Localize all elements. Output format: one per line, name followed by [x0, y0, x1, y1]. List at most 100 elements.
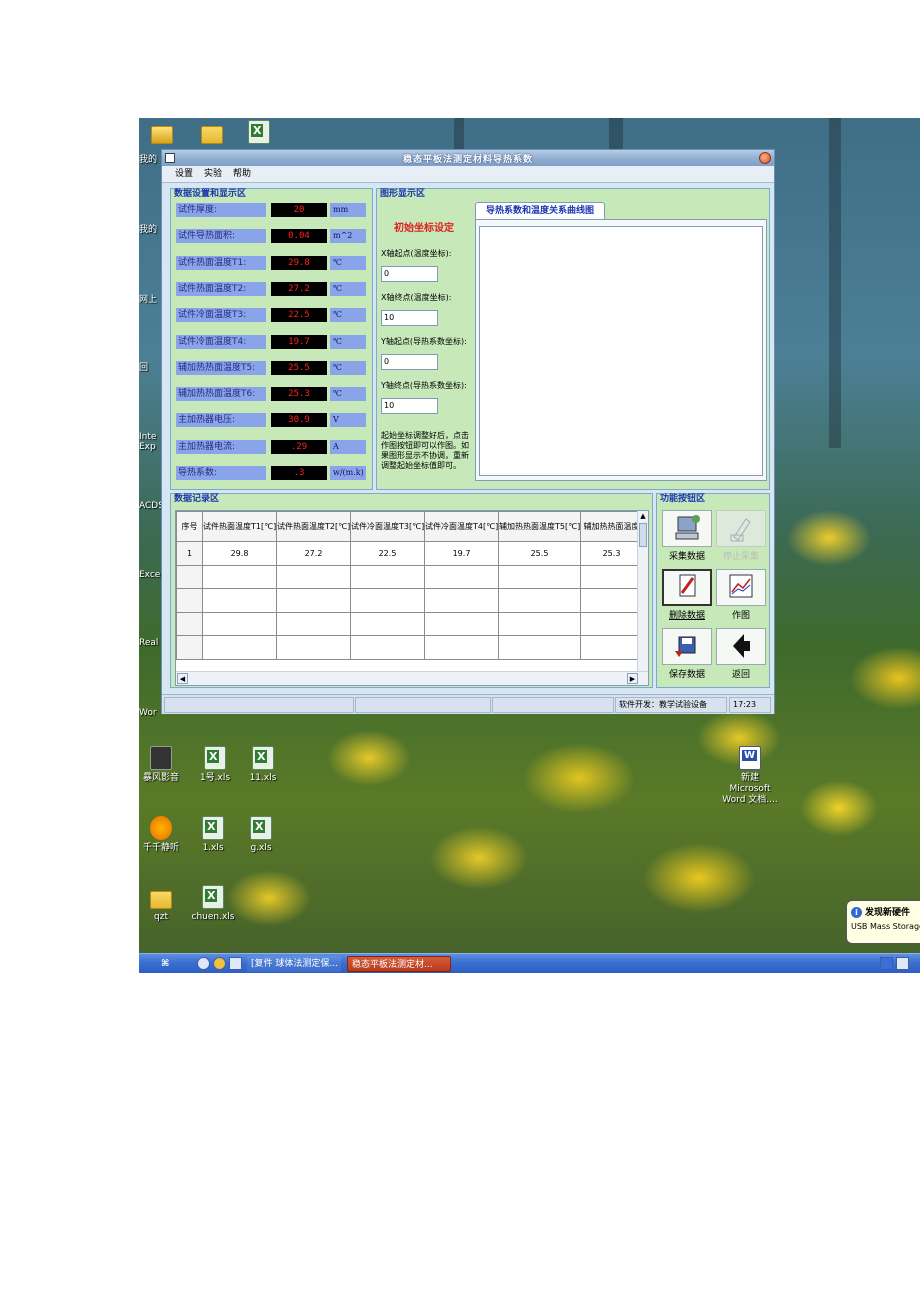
- table-row[interactable]: [176, 588, 643, 613]
- table-cell[interactable]: [424, 611, 499, 636]
- table-cell[interactable]: [580, 588, 643, 613]
- scroll-up-icon[interactable]: ▲: [638, 511, 648, 522]
- desktop-edge-label[interactable]: Real: [139, 638, 161, 648]
- data-row-unit: ℃: [330, 255, 366, 270]
- table-cell[interactable]: 22.5: [350, 541, 425, 566]
- table-cell[interactable]: [424, 564, 499, 589]
- desktop-edge-label[interactable]: Wor: [139, 708, 161, 718]
- start-button[interactable]: ⌘: [157, 956, 173, 972]
- vertical-scrollbar[interactable]: ▲: [637, 511, 648, 671]
- table-cell[interactable]: [498, 564, 581, 589]
- table-cell[interactable]: [350, 588, 425, 613]
- desktop-edge-label[interactable]: 回: [139, 360, 161, 373]
- column-header[interactable]: 试件冷面温度T4[℃]: [424, 511, 499, 542]
- messenger-quicklaunch-icon[interactable]: [213, 957, 226, 970]
- table-cell[interactable]: [276, 564, 351, 589]
- save-data-button[interactable]: 保存数据: [662, 628, 712, 681]
- table-row[interactable]: 1 29.8 27.2 22.5 19.7 25.5 25.3: [176, 541, 643, 566]
- column-header[interactable]: 辅加热热面温度: [580, 511, 643, 542]
- excel-file-icon: [204, 746, 226, 770]
- plot-button[interactable]: 作图: [716, 569, 766, 622]
- delete-data-button[interactable]: 删除数据: [662, 569, 712, 622]
- browser-quicklaunch-icon[interactable]: [197, 957, 210, 970]
- desktop-edge-label[interactable]: 网上: [139, 292, 161, 305]
- desktop-quicklaunch-icon[interactable]: [229, 957, 242, 970]
- desktop-edge-label[interactable]: 我的: [139, 222, 161, 235]
- desktop-icon-xls-file[interactable]: 11.xls: [233, 746, 293, 784]
- table-cell[interactable]: [350, 564, 425, 589]
- table-row[interactable]: [176, 564, 643, 589]
- table-row[interactable]: [176, 611, 643, 636]
- graph-panel-title: 图形显示区: [380, 189, 426, 199]
- table-cell[interactable]: [202, 588, 277, 613]
- column-header[interactable]: 试件冷面温度T3[℃]: [350, 511, 425, 542]
- menu-experiment[interactable]: 实验: [204, 166, 222, 182]
- table-cell[interactable]: [580, 611, 643, 636]
- table-cell[interactable]: 25.5: [498, 541, 581, 566]
- table-cell[interactable]: [176, 635, 203, 660]
- task-button[interactable]: [复件 球体法测定保...: [247, 956, 341, 972]
- menu-help[interactable]: 帮助: [233, 166, 251, 182]
- collect-data-button[interactable]: 采集数据: [662, 510, 712, 563]
- desktop-edge-label[interactable]: 我的: [139, 152, 161, 165]
- column-header[interactable]: 试件热面温度T2[℃]: [276, 511, 351, 542]
- new-hardware-balloon[interactable]: i发现新硬件 USB Mass Storage De: [846, 900, 920, 944]
- tray-network-icon[interactable]: [880, 957, 893, 970]
- table-cell[interactable]: [202, 564, 277, 589]
- table-cell[interactable]: [350, 635, 425, 660]
- table-cell[interactable]: [202, 635, 277, 660]
- table-cell[interactable]: 19.7: [424, 541, 499, 566]
- tray-device-icon[interactable]: [896, 957, 909, 970]
- y-start-input[interactable]: 0: [381, 354, 438, 370]
- background-tree: [829, 118, 841, 448]
- function-button-panel: 功能按钮区 采集数据 停止采集 删除数据 作图 保存数据 返回: [656, 493, 770, 688]
- horizontal-scrollbar[interactable]: ◀ ▶: [176, 671, 648, 685]
- column-header[interactable]: 辅加热热面温度T5[℃]: [498, 511, 581, 542]
- desktop-icon-xls-file[interactable]: chuen.xls: [183, 885, 243, 923]
- table-cell[interactable]: [176, 564, 203, 589]
- table-cell[interactable]: [276, 611, 351, 636]
- table-cell[interactable]: [202, 611, 277, 636]
- column-header[interactable]: 试件热面温度T1[℃]: [202, 511, 277, 542]
- scroll-left-icon[interactable]: ◀: [177, 673, 188, 684]
- table-cell[interactable]: [276, 635, 351, 660]
- table-cell[interactable]: [498, 588, 581, 613]
- scroll-right-icon[interactable]: ▶: [627, 673, 638, 684]
- desktop-icon-media-player[interactable]: 暴风影音: [139, 746, 191, 784]
- desktop-icon-word-doc[interactable]: 新建 Microsoft Word 文档....: [720, 746, 780, 806]
- menu-settings[interactable]: 设置: [175, 166, 193, 182]
- column-header[interactable]: 序号: [176, 511, 203, 542]
- title-bar[interactable]: 稳态平板法测定材料导热系数: [162, 150, 774, 166]
- task-button-active[interactable]: 稳态平板法测定材...: [347, 956, 451, 972]
- desktop-icon-xls[interactable]: [229, 120, 289, 147]
- x-start-input[interactable]: 0: [381, 266, 438, 282]
- y-end-input[interactable]: 10: [381, 398, 438, 414]
- table-cell[interactable]: [424, 588, 499, 613]
- table-cell[interactable]: [580, 564, 643, 589]
- x-end-input[interactable]: 10: [381, 310, 438, 326]
- table-row[interactable]: [176, 635, 643, 660]
- music-player-icon: [150, 816, 172, 840]
- table-cell[interactable]: [580, 635, 643, 660]
- close-icon[interactable]: [759, 152, 771, 164]
- table-cell[interactable]: [176, 588, 203, 613]
- table-cell[interactable]: 1: [176, 541, 203, 566]
- tab-curve-chart[interactable]: 导热系数和温度关系曲线图: [475, 202, 606, 220]
- stop-collect-button[interactable]: 停止采集: [716, 510, 766, 563]
- table-cell[interactable]: [498, 635, 581, 660]
- scrollbar-thumb[interactable]: [639, 523, 647, 547]
- table-cell[interactable]: [350, 611, 425, 636]
- table-cell[interactable]: [176, 611, 203, 636]
- desktop-edge-label[interactable]: ACDS: [139, 501, 164, 511]
- desktop-icon-xls-file[interactable]: g.xls: [231, 816, 291, 854]
- data-row-value: 27.2: [271, 281, 327, 296]
- desktop-edge-label[interactable]: Inte Exp: [139, 432, 161, 452]
- table-cell[interactable]: 27.2: [276, 541, 351, 566]
- table-cell[interactable]: [424, 635, 499, 660]
- return-button[interactable]: 返回: [716, 628, 766, 681]
- desktop-edge-label[interactable]: Exce: [139, 570, 161, 580]
- table-cell[interactable]: [276, 588, 351, 613]
- table-cell[interactable]: [498, 611, 581, 636]
- table-cell[interactable]: 29.8: [202, 541, 277, 566]
- table-cell[interactable]: 25.3: [580, 541, 643, 566]
